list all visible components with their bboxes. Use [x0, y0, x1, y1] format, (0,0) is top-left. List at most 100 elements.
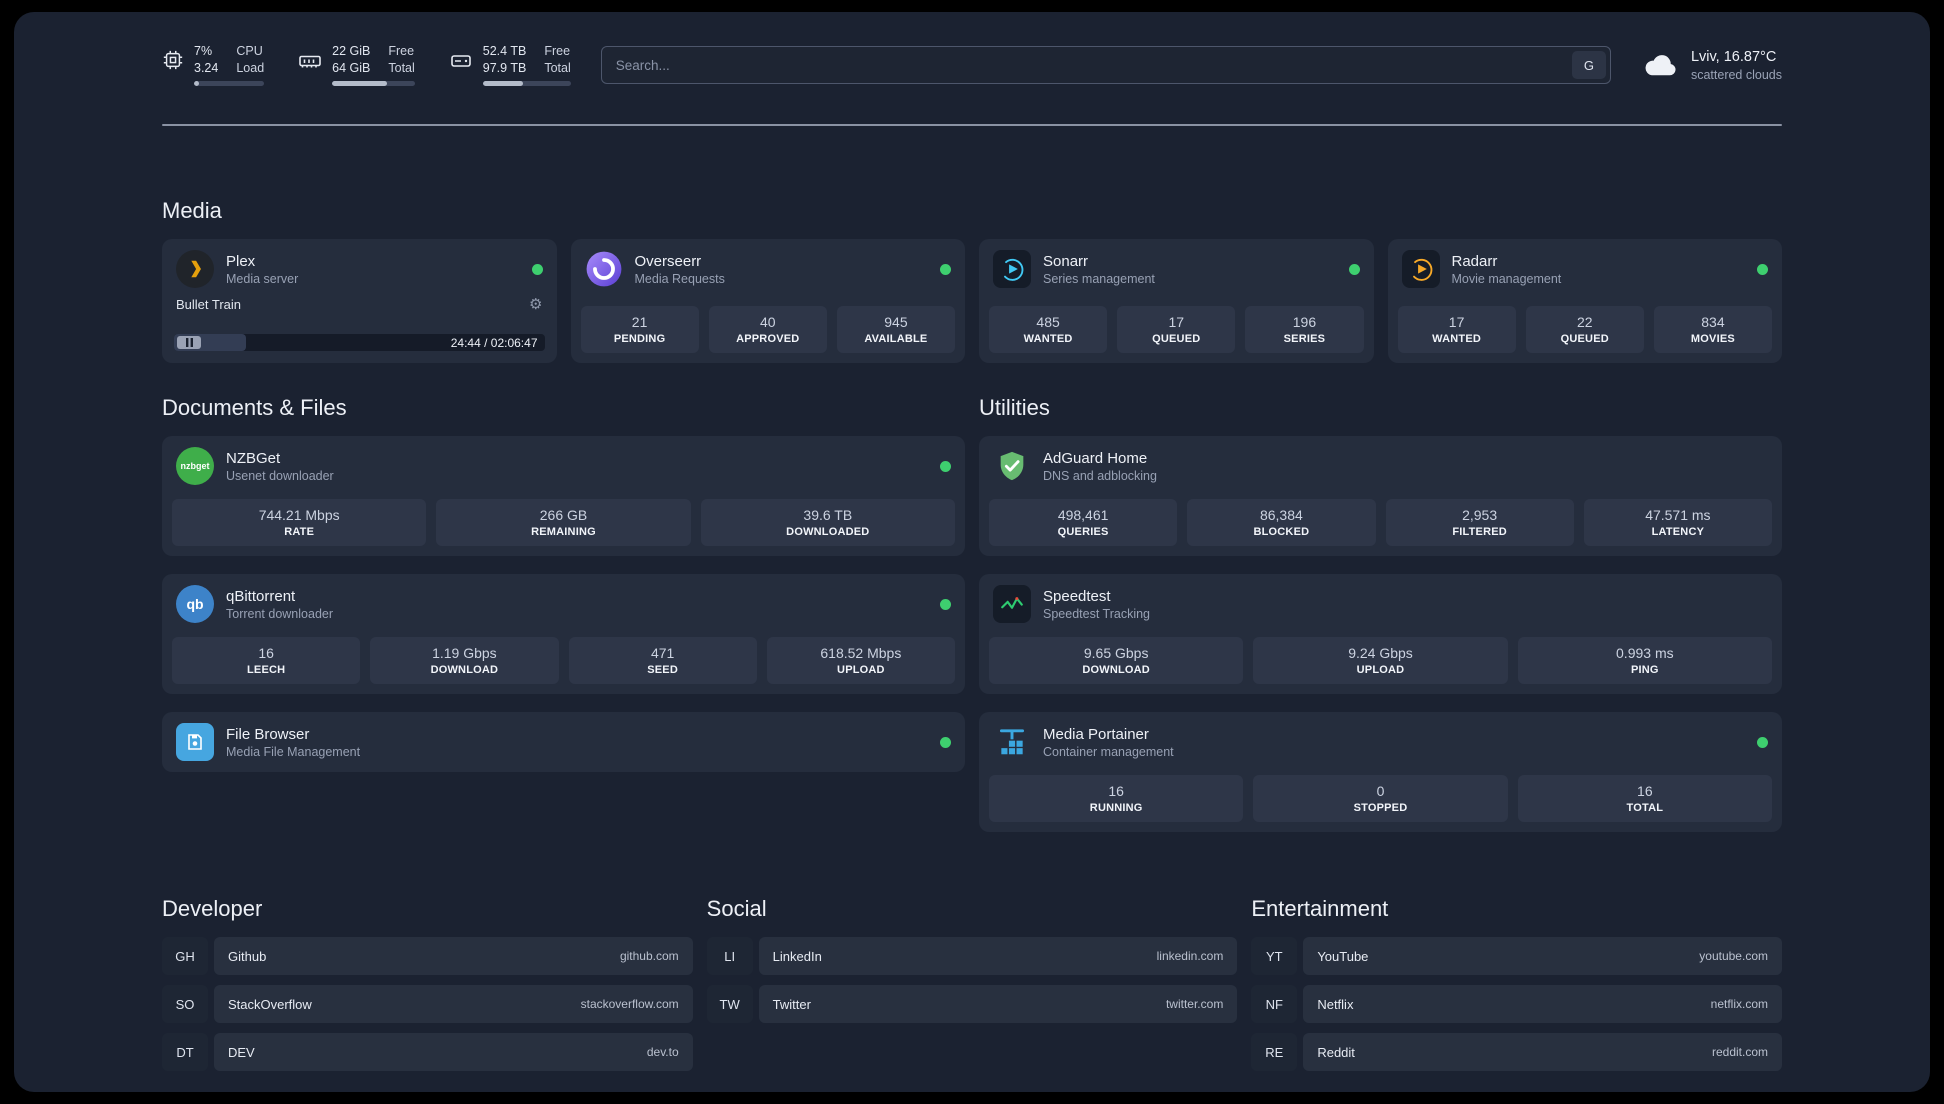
app-description: DNS and adblocking	[1043, 468, 1157, 483]
app-name: Speedtest	[1043, 587, 1111, 605]
bookmark-url: youtube.com	[1699, 949, 1768, 964]
search-box: G	[600, 46, 1611, 85]
app-name: Media Portainer	[1043, 725, 1149, 743]
search-engine-button[interactable]: G	[1571, 51, 1606, 80]
app-name: File Browser	[226, 725, 310, 743]
cpu-percent: 7%	[194, 44, 213, 58]
bookmark-abbr: GH	[162, 937, 208, 976]
section-title-media: Media	[162, 198, 222, 224]
app-description: Movie management	[1451, 271, 1562, 286]
bookmark-url: linkedin.com	[1156, 949, 1224, 964]
app-card-plex[interactable]: Plex Media server Bullet Train ⚙ 24:44 /…	[162, 239, 557, 364]
stat-ping: 0.993 ms PING	[1517, 637, 1772, 685]
bookmark-stackoverflow[interactable]: SO StackOverflow stackoverflow.com	[162, 985, 693, 1024]
stat-running: 16 RUNNING	[989, 775, 1244, 823]
dashboard-screen: 7% CPU 3.24 Load 22 GiB Free 64 GiB Tota…	[0, 0, 1944, 1104]
stat-wanted: 485 WANTED	[989, 306, 1108, 354]
bookmark-reddit[interactable]: RE Reddit reddit.com	[1251, 1033, 1782, 1072]
stat-rate: 744.21 Mbps RATE	[172, 499, 427, 547]
app-name: NZBGet	[226, 449, 281, 467]
disk-free-value: 52.4 TB	[482, 44, 527, 58]
status-dot	[940, 736, 951, 748]
weather-location: Lviv, 16.87°C	[1690, 48, 1777, 65]
search-input[interactable]	[600, 46, 1611, 85]
app-card-nzbget[interactable]: nzbget NZBGet Usenet downloader 744.21 M…	[162, 436, 965, 557]
stat-queued: 22 QUEUED	[1525, 306, 1644, 354]
app-card-adguard[interactable]: AdGuard Home DNS and adblocking 498,461 …	[979, 436, 1782, 557]
cloud-icon	[1641, 46, 1679, 84]
playback-time: 24:44 / 02:06:47	[450, 335, 538, 350]
memory-free-value: 22 GiB	[332, 44, 371, 58]
weather-condition: scattered clouds	[1690, 67, 1782, 82]
bookmark-url: dev.to	[646, 1045, 679, 1060]
bookmark-name: YouTube	[1317, 948, 1369, 964]
weather-widget: Lviv, 16.87°C scattered clouds	[1641, 46, 1782, 84]
cpu-label-2: Load	[236, 60, 265, 75]
disk-icon	[449, 49, 473, 73]
top-bar: 7% CPU 3.24 Load 22 GiB Free 64 GiB Tota…	[162, 12, 1782, 87]
bookmark-abbr: SO	[162, 985, 208, 1024]
bookmark-name: Reddit	[1317, 1044, 1355, 1060]
app-card-sonarr[interactable]: Sonarr Series management 485 WANTED 17 Q…	[979, 239, 1374, 364]
portainer-icon	[993, 723, 1031, 761]
section-entertainment: Entertainment YT YouTube youtube.com NF …	[1251, 896, 1782, 1081]
bookmark-dev[interactable]: DT DEV dev.to	[162, 1033, 693, 1072]
section-utilities: Utilities AdGuard Home DNS and adblockin…	[979, 395, 1782, 833]
app-description: Media server	[226, 271, 299, 286]
memory-widget: 22 GiB Free 64 GiB Total	[298, 44, 415, 87]
app-name: Radarr	[1451, 252, 1498, 270]
stat-pending: 21 PENDING	[580, 306, 699, 354]
disk-total-value: 97.9 TB	[482, 60, 527, 75]
app-card-filebrowser[interactable]: File Browser Media File Management	[162, 712, 965, 773]
app-card-portainer[interactable]: Media Portainer Container management 16 …	[979, 712, 1782, 833]
playback-progress-bar[interactable]: 24:44 / 02:06:47	[174, 334, 545, 352]
section-developer: Developer GH Github github.com SO StackO…	[162, 896, 693, 1081]
bookmark-github[interactable]: GH Github github.com	[162, 937, 693, 976]
app-card-speedtest[interactable]: Speedtest Speedtest Tracking 9.65 Gbps D…	[979, 574, 1782, 695]
bookmark-name: StackOverflow	[228, 996, 312, 1012]
gear-icon[interactable]: ⚙	[529, 297, 542, 312]
sonarr-icon	[993, 250, 1031, 289]
bookmark-url: netflix.com	[1710, 997, 1768, 1012]
now-playing-title: Bullet Train	[176, 297, 242, 313]
system-widgets: 7% CPU 3.24 Load 22 GiB Free 64 GiB Tota…	[162, 44, 571, 87]
memory-icon	[298, 49, 322, 73]
bookmark-url: reddit.com	[1711, 1045, 1768, 1060]
app-card-overseerr[interactable]: Overseerr Media Requests 21 PENDING 40 A…	[570, 239, 965, 364]
stat-blocked: 86,384 BLOCKED	[1187, 499, 1376, 547]
stat-available: 945 AVAILABLE	[836, 306, 956, 354]
bookmark-linkedin[interactable]: LI LinkedIn linkedin.com	[706, 937, 1238, 976]
app-name: qBittorrent	[226, 587, 296, 605]
adguard-icon	[993, 447, 1031, 485]
memory-label-2: Total	[388, 60, 415, 75]
stat-wanted: 17 WANTED	[1397, 306, 1516, 354]
disk-label-1: Free	[544, 44, 571, 58]
stat-download: 1.19 Gbps DOWNLOAD	[370, 637, 559, 685]
speedtest-icon	[993, 585, 1031, 624]
bookmark-youtube[interactable]: YT YouTube youtube.com	[1251, 937, 1782, 976]
memory-label-1: Free	[388, 44, 415, 58]
bookmark-name: Github	[228, 948, 267, 964]
stat-upload: 9.24 Gbps UPLOAD	[1253, 637, 1508, 685]
bookmark-netflix[interactable]: NF Netflix netflix.com	[1251, 985, 1782, 1024]
app-description: Series management	[1043, 271, 1155, 286]
bookmark-twitter[interactable]: TW Twitter twitter.com	[706, 985, 1238, 1024]
section-title-utilities: Utilities	[979, 395, 1050, 421]
stat-latency: 47.571 ms LATENCY	[1583, 499, 1772, 547]
app-card-radarr[interactable]: Radarr Movie management 17 WANTED 22 QUE…	[1387, 239, 1782, 364]
pause-icon[interactable]	[177, 336, 201, 350]
bookmark-name: LinkedIn	[772, 948, 822, 964]
nzbget-icon: nzbget	[176, 447, 214, 486]
stat-queued: 17 QUEUED	[1117, 306, 1236, 354]
app-name: AdGuard Home	[1043, 449, 1148, 467]
status-dot	[531, 263, 543, 275]
bookmark-url: github.com	[619, 949, 679, 964]
cpu-load-value: 3.24	[194, 60, 219, 75]
cpu-icon	[162, 49, 184, 71]
cpu-label-1: CPU	[236, 44, 263, 58]
bookmark-name: DEV	[228, 1044, 255, 1060]
stat-remaining: 266 GB REMAINING	[436, 499, 691, 547]
stat-upload: 618.52 Mbps UPLOAD	[766, 637, 955, 685]
app-card-qbittorrent[interactable]: qb qBittorrent Torrent downloader 16 LEE…	[162, 574, 965, 695]
bookmark-abbr: TW	[706, 985, 753, 1024]
